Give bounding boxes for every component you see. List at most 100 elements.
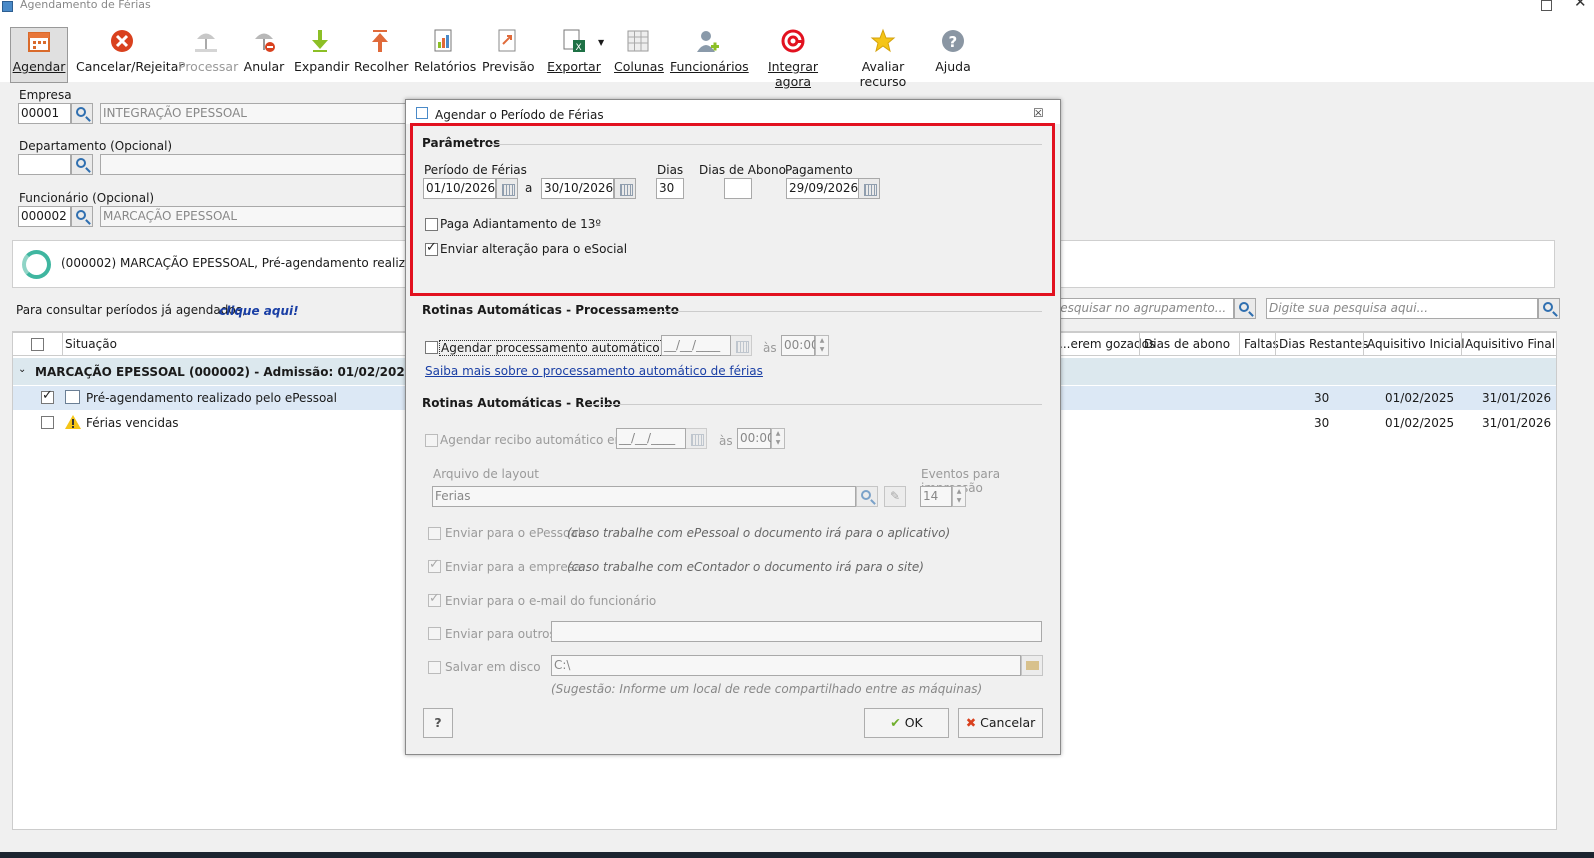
calendar-picker-icon[interactable] bbox=[496, 178, 518, 199]
processar-label: Processar bbox=[178, 59, 239, 74]
saiba-mais-link[interactable]: Saiba mais sobre o processamento automát… bbox=[425, 364, 763, 378]
layout-search-button[interactable] bbox=[856, 486, 878, 507]
empresa-note: (caso trabalhe com eContador o documento… bbox=[567, 560, 924, 574]
window-title-bar: Agendamento de Férias ✕ bbox=[0, 0, 1594, 14]
anular-button[interactable]: Anular bbox=[242, 28, 286, 84]
dialog-close-icon[interactable]: ☒ bbox=[1033, 106, 1044, 120]
col-dias-gozados[interactable]: ...erem gozados bbox=[1059, 337, 1155, 351]
time-spinner[interactable]: ▲ ▼ bbox=[771, 428, 785, 449]
outros-input[interactable] bbox=[551, 621, 1042, 642]
relatorios-button[interactable]: Relatórios bbox=[414, 28, 476, 84]
exportar-label: Exportar bbox=[547, 59, 601, 74]
col-dias-abono[interactable]: Dias de abono bbox=[1144, 337, 1230, 351]
ajuda-button[interactable]: ? Ajuda bbox=[932, 28, 974, 84]
integrar-agora-button[interactable]: Integrar agora bbox=[752, 28, 834, 89]
processamento-time-input[interactable]: 00:00 bbox=[781, 335, 819, 356]
calendar-picker-icon[interactable] bbox=[858, 178, 880, 199]
col-situacao[interactable]: Situação bbox=[65, 337, 117, 351]
empresa-checkbox[interactable] bbox=[428, 557, 441, 573]
main-search-input[interactable]: Digite sua pesquisa aqui... bbox=[1266, 298, 1538, 319]
search-icon bbox=[76, 107, 86, 117]
cancelar-button[interactable]: ✖ Cancelar bbox=[958, 708, 1043, 738]
group-search-input[interactable]: Pesquisar no agrupamento... bbox=[1050, 298, 1234, 319]
departamento-code-input[interactable] bbox=[18, 154, 71, 175]
exportar-button[interactable]: X Exportar ▼ bbox=[540, 28, 608, 84]
outros-checkbox[interactable] bbox=[428, 627, 441, 640]
select-all-checkbox[interactable] bbox=[31, 338, 44, 351]
cancelar-rejeitar-button[interactable]: Cancelar/Rejeitar bbox=[76, 28, 184, 84]
row-checkbox[interactable] bbox=[41, 388, 54, 404]
layout-input[interactable]: Ferias bbox=[432, 486, 856, 507]
agendar-button[interactable]: Agendar bbox=[10, 27, 68, 83]
funcionario-code-input[interactable]: 000002 bbox=[18, 206, 71, 227]
agendar-recibo-checkbox[interactable] bbox=[425, 434, 438, 447]
ok-label: OK bbox=[904, 715, 923, 730]
processar-button[interactable]: Processar bbox=[178, 28, 238, 84]
periodo-label: Período de Férias bbox=[424, 163, 527, 177]
periodo-fim-input[interactable]: 30/10/2026 bbox=[541, 178, 614, 199]
folder-browse-button[interactable] bbox=[1021, 655, 1043, 676]
adiantamento-checkbox[interactable] bbox=[425, 218, 438, 231]
colunas-button[interactable]: Colunas bbox=[614, 28, 664, 84]
periodo-inicio-input[interactable]: 01/10/2026 bbox=[423, 178, 496, 199]
parametros-title: Parâmetros bbox=[422, 136, 501, 150]
row-checkbox[interactable] bbox=[41, 416, 54, 429]
processamento-date-input[interactable]: __/__/____ bbox=[661, 335, 731, 356]
eventos-spinner[interactable]: ▲ ▼ bbox=[952, 486, 966, 507]
calendar-picker-icon[interactable] bbox=[614, 178, 636, 199]
esocial-checkbox[interactable] bbox=[425, 240, 438, 256]
empresa-search-button[interactable] bbox=[71, 103, 93, 124]
dias-label: Dias bbox=[657, 163, 684, 177]
expandir-button[interactable]: Expandir bbox=[294, 28, 350, 84]
email-checkbox[interactable] bbox=[428, 591, 441, 607]
restore-window-icon[interactable] bbox=[1541, 0, 1552, 11]
recibo-date-input[interactable]: __/__/____ bbox=[616, 428, 686, 449]
funcionario-search-button[interactable] bbox=[71, 206, 93, 227]
disco-label: Salvar em disco bbox=[445, 660, 541, 674]
col-dias-restantes[interactable]: Dias Restantes bbox=[1279, 337, 1368, 351]
previsao-button[interactable]: Previsão bbox=[482, 28, 535, 84]
clique-aqui-link[interactable]: clique aqui! bbox=[219, 304, 299, 318]
chevron-down-icon[interactable]: ⌄ bbox=[18, 364, 26, 375]
agendar-processamento-checkbox[interactable] bbox=[425, 341, 438, 354]
calendar-picker-icon[interactable] bbox=[730, 335, 752, 356]
col-aquisitivo-inicial[interactable]: Aquisitivo Inicial bbox=[1367, 337, 1465, 351]
disco-checkbox[interactable] bbox=[428, 661, 441, 674]
expandir-label: Expandir bbox=[294, 59, 350, 74]
row-dias-restantes: 30 bbox=[1314, 391, 1330, 405]
eventos-input[interactable]: 14 bbox=[920, 486, 952, 507]
row-aquisitivo-inicial: 01/02/2025 bbox=[1385, 416, 1455, 430]
empresa-code-input[interactable]: 00001 bbox=[18, 103, 71, 124]
agendar-label: Agendar bbox=[12, 59, 66, 74]
departamento-label: Departamento (Opcional) bbox=[19, 139, 173, 153]
layout-edit-button[interactable]: ✎ bbox=[884, 486, 906, 507]
pagamento-input[interactable]: 29/09/2026 bbox=[786, 178, 859, 199]
recibo-time-input[interactable]: 00:00 bbox=[737, 428, 775, 449]
avaliar-recurso-button[interactable]: Avaliar recurso bbox=[842, 28, 924, 89]
epessoal-checkbox[interactable] bbox=[428, 527, 441, 540]
group-search-button[interactable] bbox=[1234, 298, 1256, 319]
epessoal-note: (caso trabalhe com ePessoal o documento … bbox=[567, 526, 951, 540]
close-window-icon[interactable]: ✕ bbox=[1574, 0, 1587, 10]
ok-button[interactable]: ✔ OK bbox=[864, 708, 949, 738]
dialog-help-button[interactable]: ? bbox=[423, 708, 453, 738]
funcionarios-button[interactable]: Funcionários bbox=[670, 28, 749, 84]
colunas-label: Colunas bbox=[614, 59, 664, 74]
col-faltas[interactable]: Faltas bbox=[1244, 337, 1279, 351]
calendar-picker-icon[interactable] bbox=[685, 428, 707, 449]
toolbar: Agendar Cancelar/Rejeitar Processar Anul… bbox=[0, 14, 1594, 89]
main-search-button[interactable] bbox=[1538, 298, 1560, 319]
abono-input[interactable] bbox=[724, 178, 752, 199]
excel-export-icon: X bbox=[563, 29, 585, 53]
exportar-dropdown-icon[interactable]: ▼ bbox=[598, 38, 604, 47]
col-aquisitivo-final[interactable]: Aquisitivo Final bbox=[1465, 337, 1555, 351]
annul-icon bbox=[255, 33, 275, 52]
departamento-search-button[interactable] bbox=[71, 154, 93, 175]
row-situacao: Férias vencidas bbox=[86, 416, 179, 430]
search-icon bbox=[76, 158, 86, 168]
recolher-button[interactable]: Recolher bbox=[354, 28, 409, 84]
warning-icon bbox=[65, 415, 81, 429]
disco-input[interactable]: C:\ bbox=[551, 655, 1021, 676]
dias-input[interactable]: 30 bbox=[656, 178, 684, 199]
time-spinner[interactable]: ▲ ▼ bbox=[815, 335, 829, 356]
